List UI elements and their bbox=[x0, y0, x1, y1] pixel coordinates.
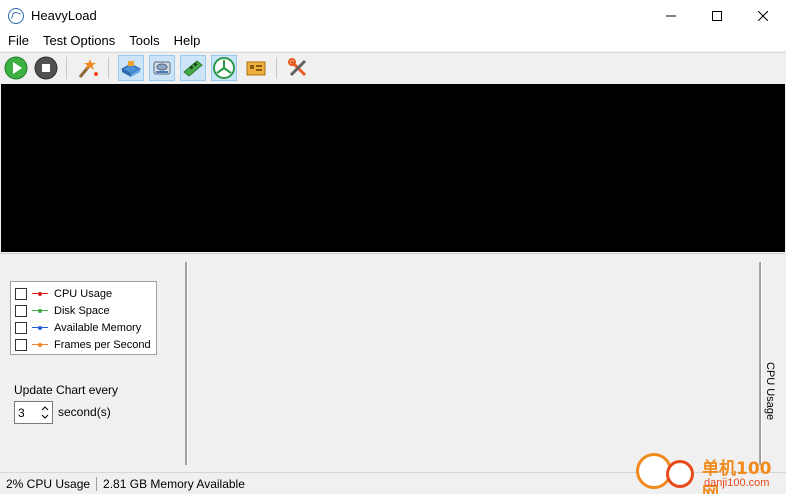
status-cpu: 2% CPU Usage bbox=[6, 476, 91, 491]
window-controls bbox=[648, 0, 786, 31]
panel-splitter[interactable] bbox=[185, 262, 188, 465]
gpu-toggle-button[interactable] bbox=[211, 55, 237, 81]
watermark-logo-icon bbox=[666, 460, 694, 488]
chart-axis-label: CPU Usage bbox=[764, 362, 776, 421]
menu-file[interactable]: File bbox=[0, 31, 35, 51]
wizard-icon bbox=[78, 59, 98, 78]
update-interval-value[interactable]: 3 bbox=[18, 406, 25, 420]
maximize-icon bbox=[712, 10, 722, 21]
window-title: HeavyLoad bbox=[31, 8, 97, 23]
series-swatch bbox=[32, 289, 48, 299]
start-icon bbox=[4, 56, 28, 80]
legend-label: CPU Usage bbox=[54, 287, 113, 300]
close-icon bbox=[758, 10, 768, 21]
series-swatch bbox=[32, 306, 48, 316]
tools-button[interactable] bbox=[285, 55, 311, 81]
toolbar-separator bbox=[108, 57, 109, 79]
motherboard-icon bbox=[246, 61, 266, 76]
update-interval-spinner[interactable]: 3 bbox=[14, 401, 53, 424]
series-swatch bbox=[32, 340, 48, 350]
toolbar bbox=[0, 52, 786, 83]
checkbox[interactable] bbox=[15, 287, 27, 300]
toolbar-separator bbox=[276, 57, 277, 79]
start-button[interactable] bbox=[3, 55, 29, 81]
close-button[interactable] bbox=[740, 0, 786, 31]
menu-bar: File Test Options Tools Help bbox=[0, 31, 786, 51]
series-swatch bbox=[32, 323, 48, 333]
memory-toggle-button[interactable] bbox=[180, 55, 206, 81]
checkbox[interactable] bbox=[15, 321, 27, 334]
legend-item-frames-per-second[interactable]: Frames per Second bbox=[11, 336, 156, 353]
memory-icon bbox=[183, 60, 203, 77]
status-memory: 2.81 GB Memory Available bbox=[103, 476, 245, 491]
chart-legend: CPU Usage Disk Space Available Memory Fr… bbox=[10, 281, 157, 355]
legend-item-disk-space[interactable]: Disk Space bbox=[11, 302, 156, 319]
watermark-url: danji100.com bbox=[704, 477, 770, 489]
legend-label: Disk Space bbox=[54, 304, 110, 317]
title-bar: HeavyLoad bbox=[0, 0, 786, 31]
minimize-button[interactable] bbox=[648, 0, 694, 31]
update-interval-label: Update Chart every bbox=[14, 383, 119, 397]
checkbox[interactable] bbox=[15, 338, 27, 351]
legend-item-available-memory[interactable]: Available Memory bbox=[11, 319, 156, 336]
toolbar-separator bbox=[66, 57, 67, 79]
menu-tools[interactable]: Tools bbox=[121, 31, 165, 51]
maximize-button[interactable] bbox=[694, 0, 740, 31]
watermark: 单机100网 danji100.com bbox=[636, 451, 786, 494]
stop-button[interactable] bbox=[33, 55, 59, 81]
app-icon bbox=[8, 7, 24, 24]
menu-help[interactable]: Help bbox=[166, 31, 207, 51]
update-interval-unit: second(s) bbox=[58, 405, 111, 419]
motherboard-button[interactable] bbox=[243, 55, 269, 81]
wizard-button[interactable] bbox=[75, 55, 101, 81]
checkbox[interactable] bbox=[15, 304, 27, 317]
cpu-toggle-button[interactable] bbox=[118, 55, 144, 81]
cpu-icon bbox=[120, 61, 142, 77]
disk-toggle-button[interactable] bbox=[149, 55, 175, 81]
legend-item-cpu-usage[interactable]: CPU Usage bbox=[11, 285, 156, 302]
legend-label: Available Memory bbox=[54, 321, 142, 334]
chart-area bbox=[1, 84, 785, 252]
stop-icon bbox=[34, 56, 58, 80]
legend-label: Frames per Second bbox=[54, 338, 151, 351]
options-panel: CPU Usage Disk Space Available Memory Fr… bbox=[0, 253, 786, 471]
spinner-arrows-icon[interactable] bbox=[38, 402, 52, 423]
disk-icon bbox=[153, 61, 171, 75]
menu-test-options[interactable]: Test Options bbox=[35, 31, 121, 51]
tools-icon bbox=[288, 58, 307, 77]
gpu-fan-icon bbox=[213, 57, 235, 79]
minimize-icon bbox=[666, 15, 676, 16]
